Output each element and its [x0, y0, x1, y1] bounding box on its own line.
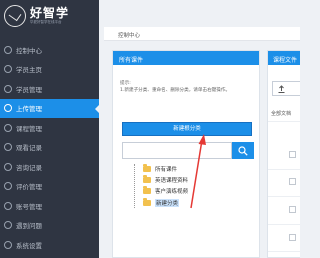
course-files-title: 课程文件 [268, 51, 300, 65]
sidebar-item-account-management[interactable]: 账号管理 [0, 196, 99, 216]
row-checkbox[interactable] [289, 234, 296, 241]
tree-node-english-materials[interactable]: 英语课程资料 [143, 175, 189, 184]
sidebar-item-student-home[interactable]: 学员主页 [0, 60, 99, 80]
sidebar-nav: 控制中心 学员主页 学员管理 上传管理 课程管理 观看记录 咨询记录 评价管理 … [0, 40, 100, 255]
search-button[interactable] [232, 142, 254, 159]
account-icon [4, 201, 12, 210]
tree-node-label: 所有课件 [155, 167, 178, 173]
tip-text: 提示: 1.新建子分类、重命名、删除分类，请单击右键操作。 [120, 80, 230, 94]
gear-icon [4, 240, 12, 249]
sidebar-item-control-center[interactable]: 控制中心 [0, 40, 99, 60]
logo-icon [4, 5, 26, 27]
logo-title: 好智学 [30, 6, 70, 20]
breadcrumb: 控制中心 [104, 27, 300, 41]
folder-icon [143, 198, 151, 206]
tree-node-client-videos[interactable]: 客户演练视频 [143, 186, 189, 195]
tree-node-label: 英语课程资料 [155, 178, 189, 184]
sidebar-item-label: 观看记录 [16, 144, 42, 153]
sidebar-item-label: 学员主页 [16, 66, 42, 75]
row-checkbox[interactable] [289, 151, 296, 158]
star-icon [4, 182, 12, 191]
sidebar-item-label: 课程管理 [16, 124, 42, 133]
panel-title: 所有课件 [113, 51, 259, 65]
tip-heading: 提示: [120, 81, 131, 86]
eye-icon [4, 143, 12, 152]
sidebar-item-label: 评价管理 [16, 183, 42, 192]
sidebar-item-problems[interactable]: 遇到问题 [0, 216, 99, 236]
sidebar-item-label: 账号管理 [16, 202, 42, 211]
sidebar-item-upload-management[interactable]: 上传管理 [0, 98, 100, 118]
category-search [122, 142, 254, 159]
chat-icon [4, 162, 12, 171]
folder-icon [143, 175, 151, 183]
category-search-input[interactable] [122, 142, 232, 159]
sidebar-item-review-management[interactable]: 评价管理 [0, 177, 99, 197]
help-icon [4, 221, 12, 230]
home-icon [4, 65, 12, 74]
tree-node-all-courseware[interactable]: 所有课件 [143, 164, 178, 173]
logo[interactable]: 好智学 华夏好智学在线平台 [0, 0, 99, 32]
users-icon [4, 84, 12, 93]
sidebar-item-student-management[interactable]: 学员管理 [0, 79, 99, 99]
row-checkbox[interactable] [289, 178, 296, 185]
tip-line: 1.新建子分类、重命名、删除分类，请单击右键操作。 [120, 88, 231, 93]
sidebar-item-course-management[interactable]: 课程管理 [0, 118, 99, 138]
sidebar-item-watch-records[interactable]: 观看记录 [0, 138, 99, 158]
dashboard-icon [4, 45, 12, 54]
sidebar-item-label: 控制中心 [16, 46, 42, 55]
search-icon [238, 145, 248, 156]
tree-node-label: 客户演练视频 [155, 189, 189, 195]
book-icon [4, 123, 12, 132]
folder-icon [143, 186, 151, 194]
sidebar-item-label: 咨询记录 [16, 163, 42, 172]
add-root-category-button[interactable]: 新建根分类 [122, 122, 252, 136]
tree-connector [134, 164, 138, 208]
folder-icon [143, 164, 151, 172]
sidebar: 好智学 华夏好智学在线平台 控制中心 学员主页 学员管理 上传管理 课程管理 观… [0, 0, 100, 258]
row-checkbox[interactable] [289, 206, 296, 213]
sidebar-item-label: 系统设置 [16, 241, 42, 250]
logo-subtitle: 华夏好智学在线平台 [30, 20, 62, 24]
upload-button[interactable] [272, 81, 300, 96]
upload-icon [278, 84, 285, 93]
breadcrumb-label[interactable]: 控制中心 [118, 33, 140, 39]
sidebar-item-label: 上传管理 [16, 105, 42, 114]
all-docs-label: 全部文档 [271, 111, 292, 117]
course-files-panel: 课程文件 全部文档 [267, 50, 300, 258]
sidebar-item-label: 遇到问题 [16, 222, 42, 231]
sidebar-item-system-settings[interactable]: 系统设置 [0, 235, 99, 255]
tree-node-label: 新建分类 [155, 199, 180, 207]
upload-icon [4, 104, 12, 113]
sidebar-item-label: 学员管理 [16, 85, 42, 94]
sidebar-item-consult-records[interactable]: 咨询记录 [0, 157, 99, 177]
tree-node-new-category[interactable]: 新建分类 [143, 198, 180, 207]
